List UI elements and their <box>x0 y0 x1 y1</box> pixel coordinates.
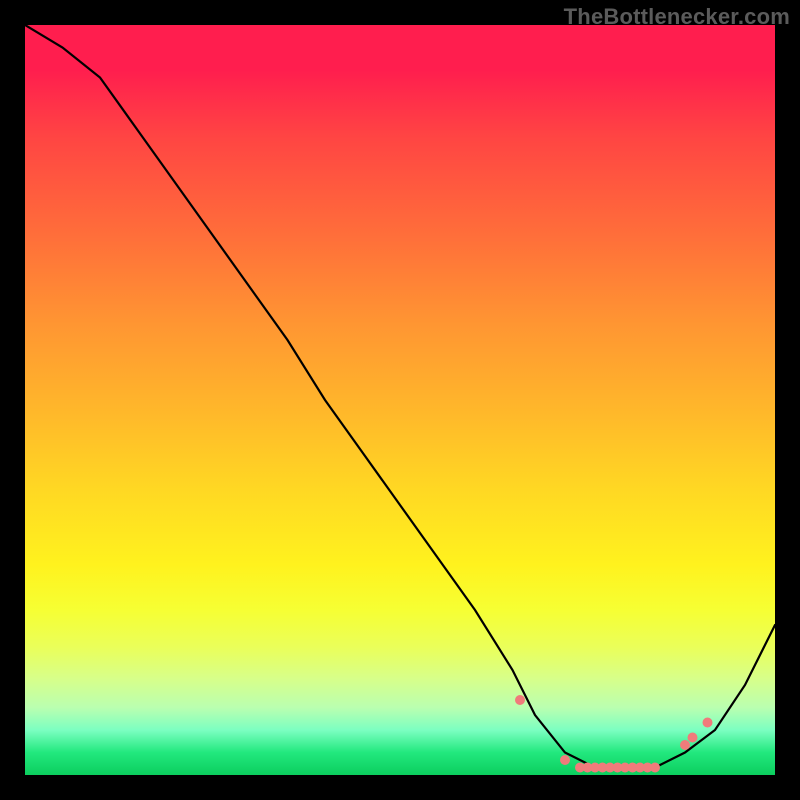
chart-frame: TheBottlenecker.com <box>0 0 800 800</box>
highlight-marker <box>560 755 570 765</box>
highlight-marker <box>680 740 690 750</box>
highlight-marker <box>703 718 713 728</box>
chart-svg <box>25 25 775 775</box>
highlight-marker-group <box>515 695 713 773</box>
highlight-marker <box>688 733 698 743</box>
plot-area <box>25 25 775 775</box>
highlight-marker <box>650 763 660 773</box>
bottleneck-curve-line <box>25 25 775 768</box>
highlight-marker <box>515 695 525 705</box>
